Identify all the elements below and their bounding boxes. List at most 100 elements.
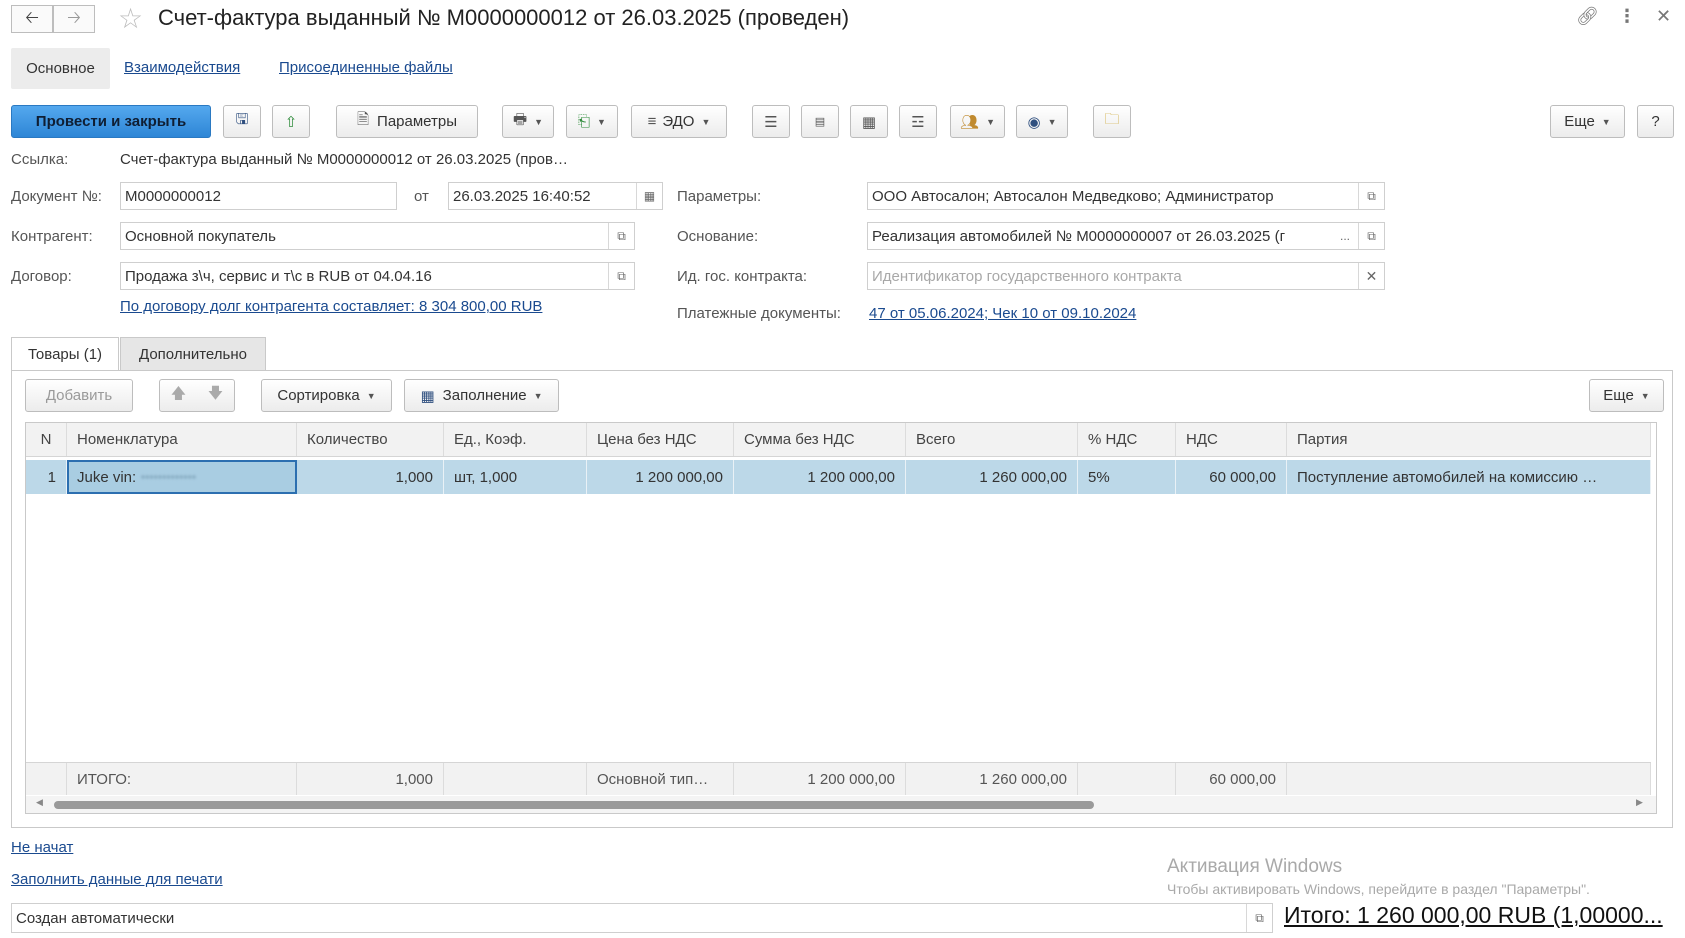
structure-button[interactable]: ☲	[899, 105, 937, 138]
forward-button[interactable]: 🡢	[53, 5, 95, 33]
report-button[interactable]: ▦	[850, 105, 888, 138]
contract-field[interactable]: Продажа з\ч, сервис и т\с в RUB от 04.04…	[120, 262, 635, 290]
column-header[interactable]: Цена без НДС	[587, 423, 734, 456]
report-icon: ▦	[861, 113, 877, 131]
chevron-down-icon: ▼	[701, 116, 711, 127]
cell-item[interactable]: Juke vin: •••••••••••••	[67, 460, 297, 494]
tab-goods[interactable]: Товары (1)	[11, 337, 119, 371]
cell-vat-rate[interactable]: 5%	[1078, 460, 1176, 494]
scroll-left-icon[interactable]: ◀	[36, 797, 43, 808]
print-button[interactable]: 🖶︎ ▼	[502, 105, 554, 138]
post-button[interactable]: ⇧	[272, 105, 310, 138]
cell-total[interactable]: 1 260 000,00	[906, 460, 1078, 494]
sort-button[interactable]: Сортировка ▼	[261, 379, 392, 412]
edo-button[interactable]: ≡ ЭДО ▼	[631, 105, 727, 138]
save-button[interactable]: 🖫︎	[223, 105, 261, 138]
add-row-button[interactable]: Добавить	[25, 379, 133, 412]
open-icon[interactable]: ⧉	[1358, 183, 1384, 209]
comment-field[interactable]: Создан автоматически ⧉	[11, 903, 1273, 933]
scrollbar-thumb[interactable]	[54, 801, 1094, 809]
column-header[interactable]: Всего	[906, 423, 1078, 456]
horizontal-scrollbar[interactable]: ◀ ▶	[26, 796, 1656, 813]
basis-more[interactable]: ...	[1332, 223, 1358, 249]
open-icon[interactable]: ⧉	[1246, 904, 1272, 932]
basis-field[interactable]: Реализация автомобилей № М0000000007 от …	[867, 222, 1385, 250]
close-icon[interactable]: ✕	[1656, 6, 1671, 27]
document-total[interactable]: Итого: 1 260 000,00 RUB (1,00000...	[1284, 902, 1663, 929]
open-icon[interactable]: ⧉	[608, 263, 634, 289]
footer-qty: 1,000	[297, 763, 444, 795]
counterparty-field[interactable]: Основной покупатель ⧉	[120, 222, 635, 250]
payment-docs-link[interactable]: 47 от 05.06.2024; Чек 10 от 09.10.2024	[869, 305, 1136, 322]
ellipsis-circle-icon: ◉	[1027, 113, 1041, 131]
column-header[interactable]: Количество	[297, 423, 444, 456]
column-header[interactable]: Партия	[1287, 423, 1651, 456]
cell-unit[interactable]: шт, 1,000	[444, 460, 587, 494]
scroll-right-icon[interactable]: ▶	[1636, 797, 1643, 808]
basis-label: Основание:	[677, 228, 759, 245]
doc-no-field[interactable]: М0000000012	[120, 182, 397, 210]
column-header[interactable]: % НДС	[1078, 423, 1176, 456]
table-more-button[interactable]: Еще ▼	[1589, 379, 1664, 412]
clear-icon[interactable]: ✕	[1358, 263, 1384, 289]
date-field[interactable]: 26.03.2025 16:40:52 ▦	[448, 182, 663, 210]
arrow-left-icon: 🡠	[25, 7, 39, 27]
cell-n[interactable]: 1	[26, 460, 67, 494]
users-icon: 👥︎	[960, 113, 980, 131]
debt-link[interactable]: По договору долг контрагента составляет:…	[120, 298, 542, 315]
arrow-down-icon[interactable]: 🡇	[208, 383, 223, 408]
chevron-down-icon: ▼	[986, 116, 995, 127]
table-footer: ИТОГО: 1,000 Основной тип… 1 200 000,00 …	[26, 762, 1651, 795]
users-button[interactable]: 👥︎ ▼	[950, 105, 1005, 138]
open-icon[interactable]: ⧉	[608, 223, 634, 249]
more-vertical-icon[interactable]: ⋮	[1618, 6, 1636, 27]
footer-empty	[26, 763, 67, 795]
tab-additional[interactable]: Дополнительно	[120, 337, 266, 370]
back-button[interactable]: 🡠	[11, 5, 53, 33]
journal-button[interactable]: ☰	[752, 105, 790, 138]
status-link[interactable]: Не начат	[11, 839, 73, 856]
create-based-on-button[interactable]: ⎗ ▼	[566, 105, 618, 138]
cell-vat[interactable]: 60 000,00	[1176, 460, 1287, 494]
gov-contract-field[interactable]: Идентификатор государственного контракта…	[867, 262, 1385, 290]
cell-sum[interactable]: 1 200 000,00	[734, 460, 906, 494]
cell-qty[interactable]: 1,000	[297, 460, 444, 494]
dt-kt-button[interactable]: ▤	[801, 105, 839, 138]
link-icon[interactable]: 🔗︎	[1576, 6, 1599, 27]
list-icon: ☰	[764, 113, 778, 131]
cell-batch[interactable]: Поступление автомобилей на комиссию …	[1287, 460, 1651, 494]
fill-button[interactable]: ▦ Заполнение ▼	[404, 379, 559, 412]
dt-kt-icon: ▤	[814, 116, 826, 128]
column-header[interactable]: НДС	[1176, 423, 1287, 456]
parameters-button[interactable]: 🗎︎ Параметры	[336, 105, 478, 138]
arrow-up-icon[interactable]: 🡅	[171, 383, 186, 408]
gov-contract-label: Ид. гос. контракта:	[677, 268, 808, 285]
footer-sum: 1 200 000,00	[734, 763, 906, 795]
open-icon[interactable]: ⧉	[1358, 223, 1384, 249]
payment-docs-label: Платежные документы:	[677, 305, 841, 322]
attach-file-button[interactable]: 🗀︎	[1093, 105, 1131, 138]
print-data-link[interactable]: Заполнить данные для печати	[11, 871, 223, 888]
tab-attached-files[interactable]: Присоединенные файлы	[279, 59, 453, 76]
help-button[interactable]: ?	[1637, 105, 1674, 138]
post-document-icon: ⇧	[284, 113, 298, 131]
tab-main[interactable]: Основное	[11, 48, 110, 89]
document-settings-icon: 🗎︎	[356, 111, 370, 128]
column-header[interactable]: Ед., Коэф.	[444, 423, 587, 456]
params-field[interactable]: ООО Автосалон; Автосалон Медведково; Адм…	[867, 182, 1385, 210]
post-and-close-button[interactable]: Провести и закрыть	[11, 105, 211, 138]
column-header[interactable]: Сумма без НДС	[734, 423, 906, 456]
column-header[interactable]: N	[26, 423, 67, 456]
chevron-down-icon: ▼	[597, 116, 606, 127]
footer-empty	[444, 763, 587, 795]
cell-price[interactable]: 1 200 000,00	[587, 460, 734, 494]
calendar-icon[interactable]: ▦	[636, 183, 662, 209]
more-button[interactable]: Еще ▼	[1550, 105, 1625, 138]
footer-vat: 60 000,00	[1176, 763, 1287, 795]
more-actions-button[interactable]: ◉ ▼	[1016, 105, 1068, 138]
star-icon[interactable]: ☆	[118, 2, 143, 35]
link-value: Счет-фактура выданный № М0000000012 от 2…	[120, 151, 568, 168]
tab-interactions[interactable]: Взаимодействия	[124, 59, 240, 76]
table-row[interactable]: 1 Juke vin: ••••••••••••• 1,000 шт, 1,00…	[26, 460, 1651, 494]
column-header[interactable]: Номенклатура	[67, 423, 297, 456]
